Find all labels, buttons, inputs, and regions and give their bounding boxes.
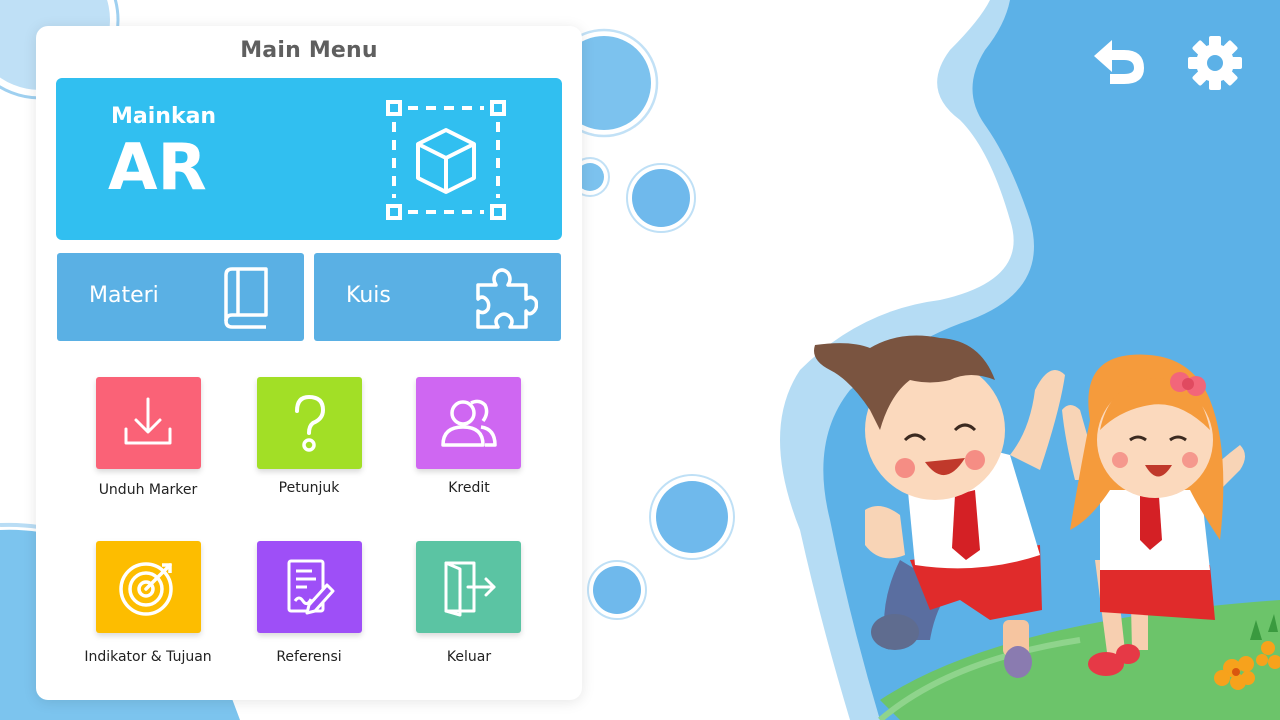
- panel-title: Main Menu: [240, 38, 378, 63]
- kredit-label: Kredit: [448, 480, 490, 496]
- undo-icon: [1094, 40, 1144, 84]
- exit-icon: [444, 561, 496, 617]
- petunjuk-label: Petunjuk: [278, 480, 340, 496]
- target-icon: [119, 562, 173, 616]
- play-ar-button[interactable]: Mainkan AR: [56, 78, 562, 240]
- document-icon: [287, 559, 335, 615]
- kuis-button[interactable]: Kuis: [314, 253, 561, 341]
- kredit-tile[interactable]: [416, 377, 521, 469]
- download-icon: [124, 397, 172, 445]
- main-menu-panel: Main Menu Mainkan AR Materi Kuis Unduh M…: [36, 26, 582, 700]
- play-ar-title: AR: [108, 131, 207, 205]
- book-icon: [224, 267, 268, 329]
- ar-cube-icon: [386, 100, 506, 220]
- settings-button[interactable]: [1186, 36, 1244, 90]
- indikator-tujuan-label: Indikator & Tujuan: [84, 649, 212, 665]
- back-button[interactable]: [1090, 36, 1148, 90]
- unduh-marker-label: Unduh Marker: [98, 482, 198, 498]
- referensi-label: Referensi: [276, 649, 342, 665]
- referensi-tile[interactable]: [257, 541, 362, 633]
- play-ar-caption: Mainkan: [111, 104, 217, 129]
- keluar-label: Keluar: [446, 649, 492, 665]
- materi-button[interactable]: Materi: [57, 253, 304, 341]
- puzzle-icon: [476, 268, 538, 329]
- gear-icon: [1188, 36, 1242, 90]
- indikator-tujuan-tile[interactable]: [96, 541, 201, 633]
- question-icon: [295, 394, 326, 452]
- unduh-marker-tile[interactable]: [96, 377, 201, 469]
- petunjuk-tile[interactable]: [257, 377, 362, 469]
- keluar-tile[interactable]: [416, 541, 521, 633]
- users-icon: [441, 399, 497, 447]
- materi-label: Materi: [89, 283, 159, 308]
- kuis-label: Kuis: [346, 283, 391, 308]
